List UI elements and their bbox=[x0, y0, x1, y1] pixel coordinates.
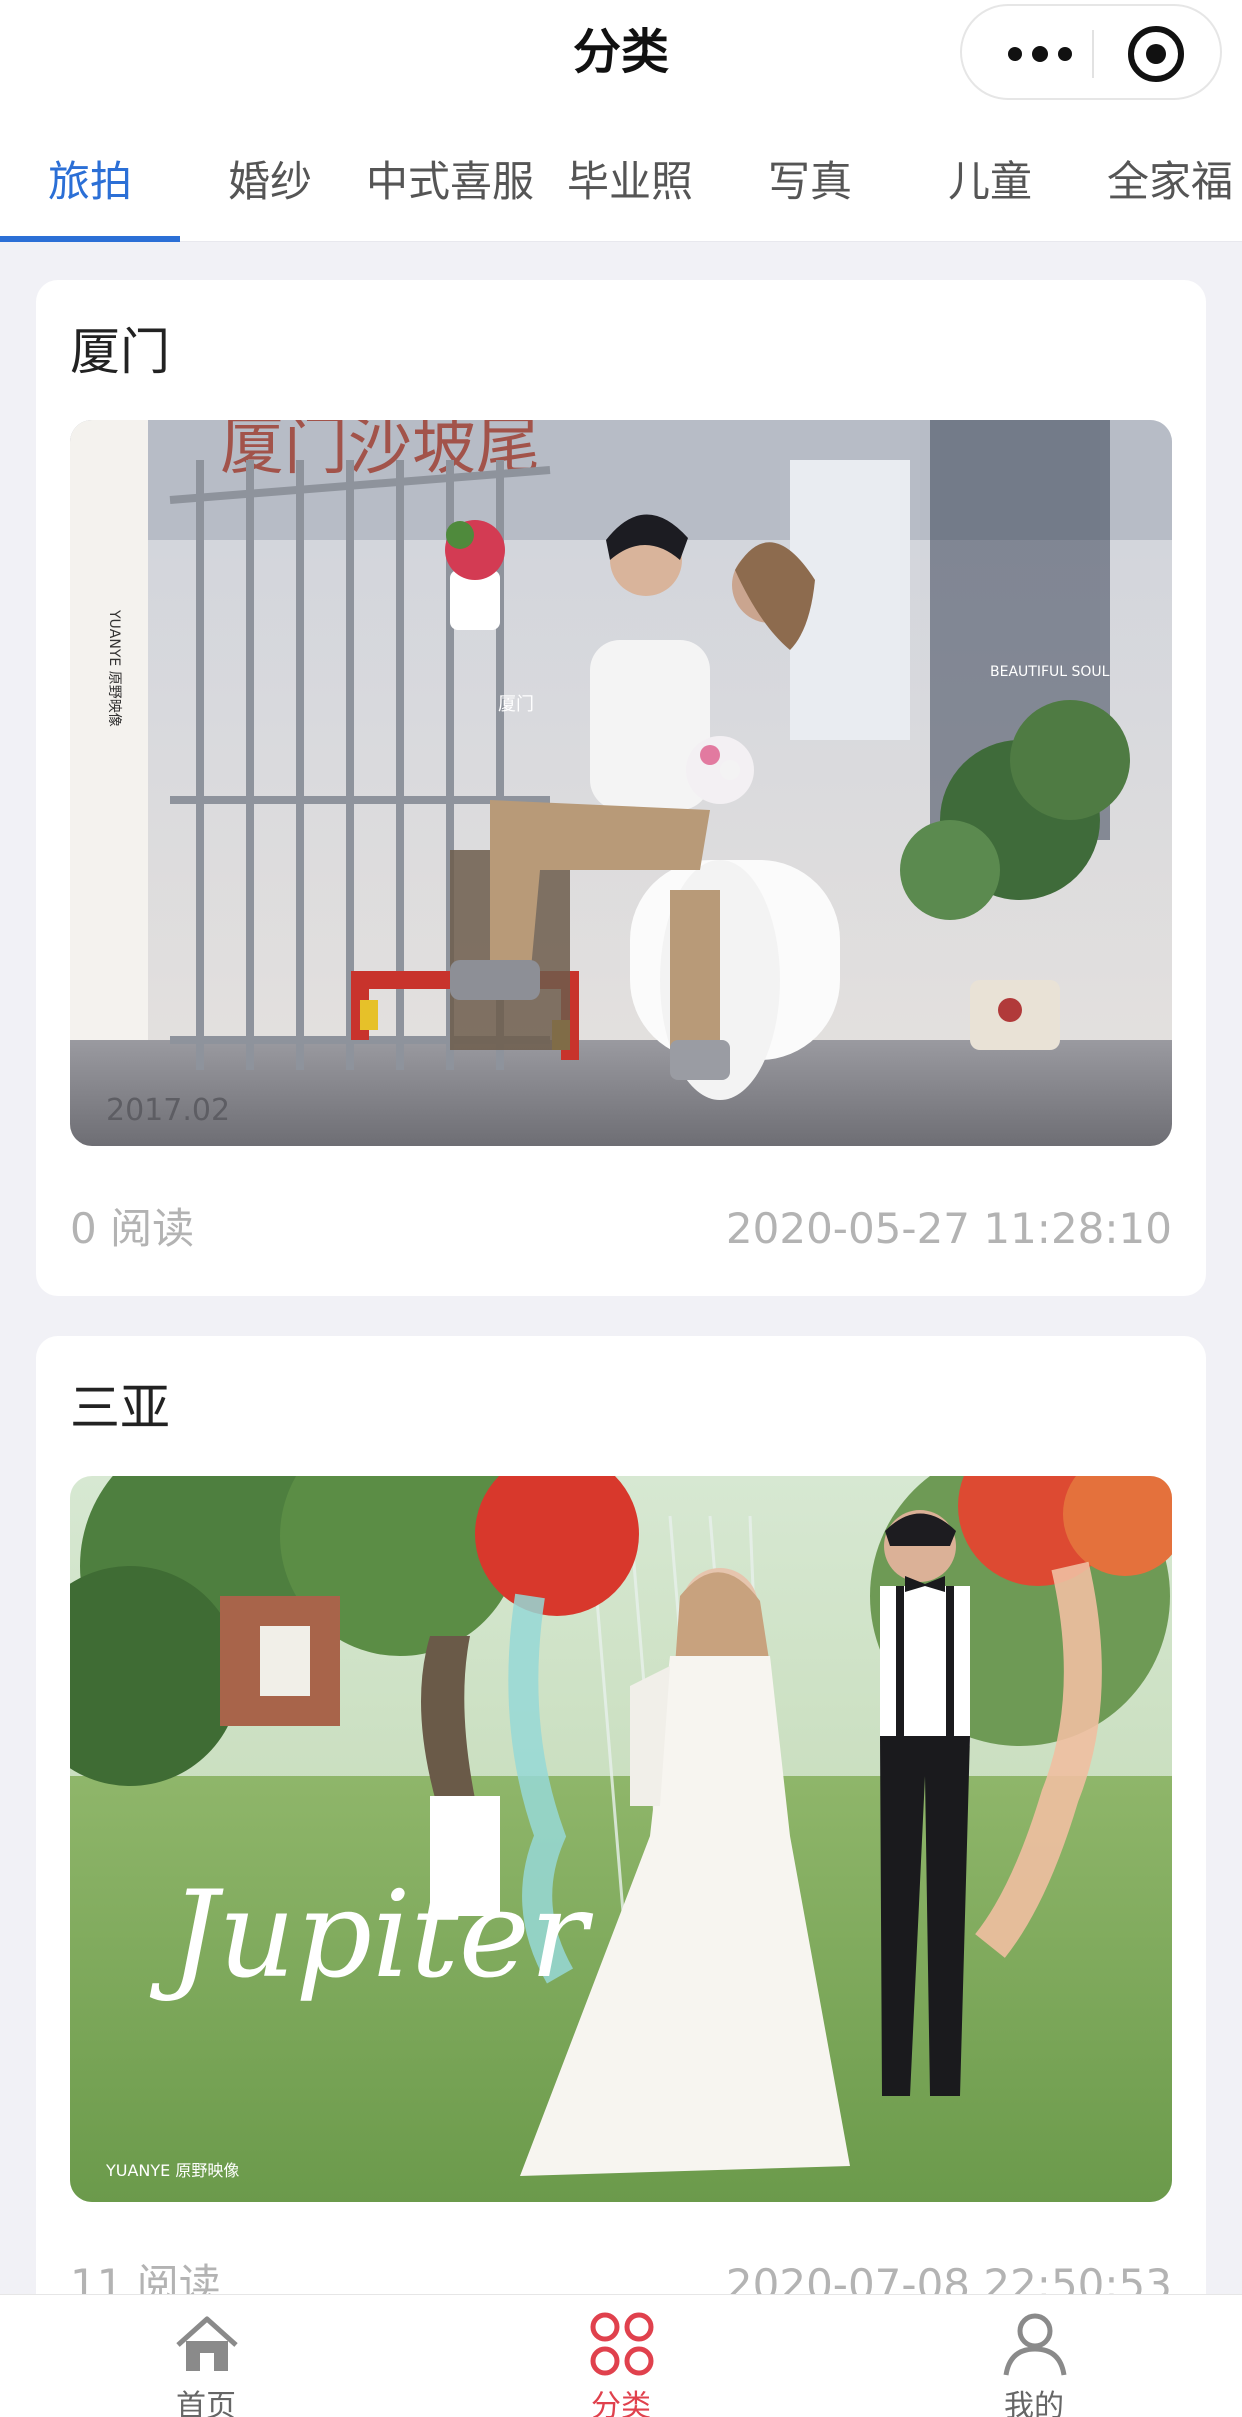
more-options-icon[interactable] bbox=[1000, 30, 1080, 78]
close-mini-program-icon[interactable] bbox=[1128, 26, 1184, 82]
photo-year-text: 2017.02 bbox=[106, 1093, 230, 1128]
capsule-divider bbox=[1092, 30, 1094, 78]
nav-profile[interactable]: 我的 bbox=[934, 2295, 1134, 2417]
post-title: 三亚 bbox=[70, 1379, 170, 1437]
read-count: 0 阅读 bbox=[70, 1204, 195, 1253]
photo-script-text: Jupiter bbox=[149, 1866, 594, 2005]
category-tabs: 旅拍 婚纱 中式喜服 毕业照 写真 儿童 全家福 bbox=[0, 108, 1242, 242]
tab-family[interactable]: 全家福 bbox=[1080, 154, 1242, 210]
nav-category[interactable]: 分类 bbox=[521, 2295, 721, 2417]
home-icon bbox=[176, 2316, 238, 2371]
category-grid-icon bbox=[590, 2312, 654, 2376]
tab-children[interactable]: 儿童 bbox=[900, 154, 1080, 210]
post-photo[interactable]: 厦门沙坡尾 YUANYE 原野映像 BEAUTIFUL SOUL 厦门 2017… bbox=[70, 420, 1172, 1146]
nav-home-label: 首页 bbox=[176, 2389, 236, 2417]
sanya-couple-photo: Jupiter YUANYE 原野映像 bbox=[70, 1476, 1172, 2202]
post-card[interactable]: 三亚 Jupiter YUANYE 原野映像 11 阅读 2020-07-08 … bbox=[36, 1336, 1206, 2356]
photo-caption-text: 厦门 bbox=[498, 694, 534, 715]
bottom-tab-bar: 首页 分类 我的 bbox=[0, 2294, 1242, 2417]
active-tab-indicator bbox=[0, 236, 180, 242]
post-card[interactable]: 厦门 厦门沙坡尾 YUANYE 原野映像 BEAUTIFUL SOUL 厦门 2… bbox=[36, 280, 1206, 1296]
mini-program-capsule bbox=[960, 4, 1222, 100]
xiamen-couple-photo: 厦门沙坡尾 YUANYE 原野映像 BEAUTIFUL SOUL 厦门 2017… bbox=[70, 420, 1172, 1146]
nav-profile-label: 我的 bbox=[1004, 2389, 1064, 2417]
photo-brand-text: YUANYE 原野映像 bbox=[106, 609, 122, 727]
nav-category-label: 分类 bbox=[591, 2389, 651, 2417]
post-title: 厦门 bbox=[70, 323, 170, 381]
tab-chinese-wedding[interactable]: 中式喜服 bbox=[360, 154, 540, 210]
photo-brand-text: YUANYE 原野映像 bbox=[105, 2161, 239, 2180]
tab-graduation[interactable]: 毕业照 bbox=[540, 154, 720, 210]
top-bar: 分类 bbox=[0, 0, 1242, 108]
post-timestamp: 2020-05-27 11:28:10 bbox=[725, 1204, 1172, 1253]
post-photo[interactable]: Jupiter YUANYE 原野映像 bbox=[70, 1476, 1172, 2202]
tab-wedding-dress[interactable]: 婚纱 bbox=[180, 154, 360, 210]
photo-subtitle-text: BEAUTIFUL SOUL bbox=[990, 664, 1110, 680]
profile-icon bbox=[1003, 2313, 1067, 2376]
nav-home[interactable]: 首页 bbox=[106, 2295, 306, 2417]
tab-portrait[interactable]: 写真 bbox=[720, 154, 900, 210]
tab-travel[interactable]: 旅拍 bbox=[0, 154, 180, 210]
